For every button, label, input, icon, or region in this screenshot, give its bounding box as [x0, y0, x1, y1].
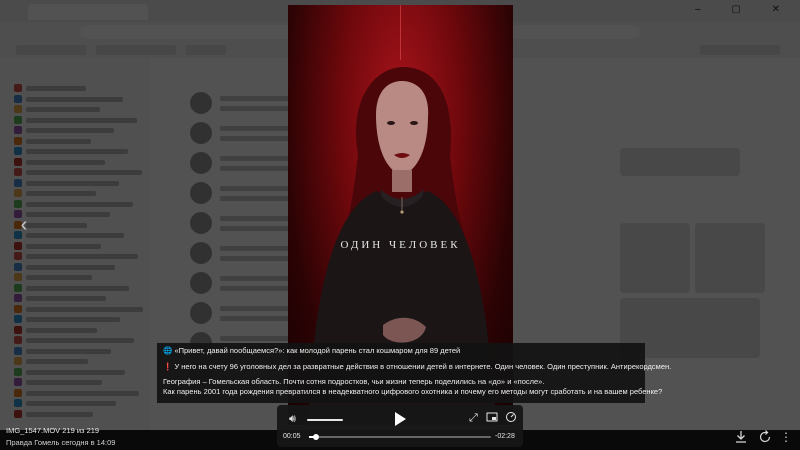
sidebar-bookmark-item: [14, 346, 140, 355]
bookmarks-sidebar: [0, 58, 150, 430]
exclamation-icon: ❗: [163, 361, 173, 371]
seek-bar-handle[interactable]: [313, 434, 320, 440]
sidebar-bookmark-item: [14, 178, 140, 187]
current-time: 00:05: [283, 433, 301, 440]
sidebar-bookmark-item: [14, 294, 140, 302]
chevron-left-icon: ‹: [20, 214, 28, 236]
post-caption: 🌐 «Привет, давай пообщаемся?»: как молод…: [157, 343, 671, 403]
globe-icon: 🌐: [163, 346, 173, 355]
sidebar-bookmark-item: [14, 168, 142, 176]
caption-line-1: 🌐 «Привет, давай пообщаемся?»: как молод…: [163, 346, 639, 356]
sidebar-bookmark-item: [14, 147, 140, 155]
sidebar-bookmark-item: [14, 126, 140, 134]
sidebar-bookmark-item: [14, 273, 140, 281]
sidebar-bookmark-item: [14, 283, 140, 292]
sidebar-bookmark-item: [14, 399, 140, 407]
video-title-overlay: ОДИН ЧЕЛОВЕК: [340, 239, 461, 251]
playback-speed-icon[interactable]: [505, 411, 517, 423]
sidebar-bookmark-item: [14, 409, 140, 418]
download-icon[interactable]: [734, 430, 748, 444]
sidebar-bookmark-item: [14, 210, 140, 218]
volume-icon[interactable]: 🔊︎: [289, 413, 296, 426]
browser-tab: [28, 4, 148, 20]
sidebar-bookmark-item: [14, 304, 143, 313]
volume-slider[interactable]: [307, 419, 343, 421]
more-vertical-icon[interactable]: ⋮: [780, 429, 792, 445]
caption-line-4: Как парень 2001 года рождения превратилс…: [163, 386, 663, 396]
sidebar-bookmark-item: [14, 157, 140, 166]
media-source-info: Правда Гомель сегодня в 14:09: [6, 438, 116, 447]
sidebar-bookmark-item: [14, 262, 140, 271]
remaining-time: -02:28: [495, 433, 515, 440]
sidebar-bookmark-item: [14, 378, 140, 386]
sidebar-bookmark-item: [14, 231, 140, 239]
sidebar-bookmark-item: [14, 220, 140, 229]
sidebar-bookmark-item: [14, 357, 140, 365]
caption-line-3: География – Гомельская область. Почти со…: [163, 377, 545, 386]
sidebar-bookmark-item: [14, 336, 140, 344]
picture-in-picture-icon[interactable]: [486, 411, 498, 423]
caption-headline: «Привет, давай пообщаемся?»: как молодой…: [174, 346, 461, 355]
sidebar-bookmark-item: [14, 84, 140, 92]
sidebar-bookmark-item: [14, 189, 140, 197]
sidebar-bookmark-item: [14, 94, 140, 103]
video-controls-panel: 🔊︎ ⤢ 00:05 -02:28: [277, 405, 523, 447]
rotate-icon[interactable]: [758, 430, 772, 444]
media-file-name: IMG_1547.MOV 219 из 219: [6, 426, 100, 435]
sidebar-bookmark-item: [14, 199, 140, 208]
sidebar-bookmark-item: [14, 315, 140, 323]
fullscreen-icon[interactable]: ⤢: [469, 412, 478, 425]
caption-line-2: ❗ У него на счету 96 уголовных дел за ра…: [163, 361, 671, 372]
caption-paragraph-1: У него на счету 96 уголовных дел за разв…: [174, 361, 672, 371]
sidebar-bookmark-item: [14, 325, 140, 334]
sidebar-bookmark-item: [14, 136, 140, 145]
previous-media-button[interactable]: ‹: [16, 214, 32, 236]
sidebar-bookmark-item: [14, 252, 140, 260]
sidebar-bookmark-item: [14, 388, 140, 397]
sidebar-bookmark-item: [14, 367, 140, 376]
seek-bar[interactable]: [309, 434, 491, 440]
sidebar-bookmark-item: [14, 105, 140, 113]
sidebar-bookmark-item: [14, 115, 140, 124]
play-icon[interactable]: [389, 409, 409, 429]
sidebar-bookmark-item: [14, 241, 140, 250]
window-controls: – ▢ ✕: [695, 4, 794, 15]
